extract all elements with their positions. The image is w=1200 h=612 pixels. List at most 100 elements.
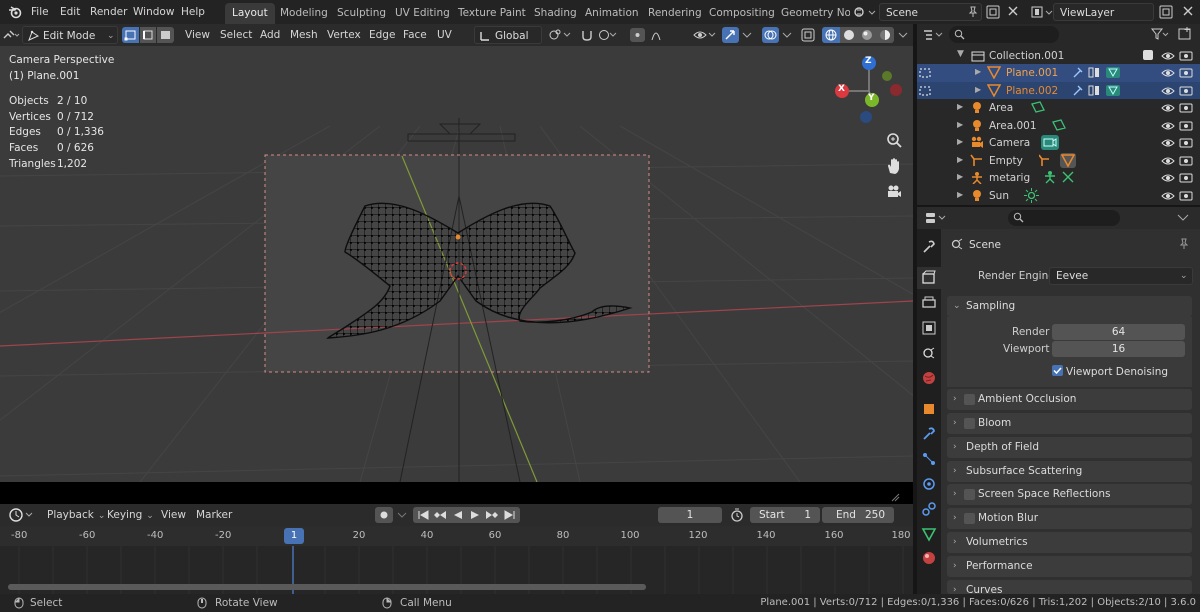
menu-window[interactable]: Window (133, 4, 174, 20)
eye-icon[interactable] (1161, 190, 1175, 202)
camera-view-icon[interactable] (884, 182, 904, 202)
eye-icon[interactable] (1161, 155, 1175, 167)
expand-arrow-icon[interactable]: ▶ (957, 120, 963, 129)
render-camera-icon[interactable] (1179, 101, 1193, 113)
pin-icon[interactable] (1178, 238, 1190, 250)
delete-scene-icon[interactable] (1006, 4, 1020, 20)
depth-of-field-panel[interactable]: › Depth of Field (947, 437, 1192, 458)
modifier-icons[interactable] (1071, 84, 1131, 97)
sun-light-data-icon[interactable] (1024, 187, 1039, 203)
filter-icon[interactable] (1150, 26, 1170, 42)
sampling-panel-header[interactable]: ⌄ Sampling (947, 296, 1192, 317)
render-engine-dropdown[interactable]: Eevee ⌄ (1049, 267, 1193, 285)
new-scene-icon[interactable] (985, 4, 1001, 20)
constraints-tab-icon[interactable] (921, 501, 937, 517)
properties-search-input[interactable] (1008, 210, 1120, 226)
render-camera-icon[interactable] (1179, 154, 1193, 166)
tab-shading[interactable]: Shading (527, 3, 584, 24)
area-light-data-icon[interactable] (1030, 101, 1046, 114)
menu-view[interactable]: View (161, 507, 186, 523)
expand-arrow-icon[interactable]: ▶ (957, 155, 963, 164)
armature-data-icon[interactable] (1043, 170, 1077, 185)
edge-select-icon[interactable] (140, 27, 156, 43)
editor-type-icon[interactable] (2, 28, 20, 42)
face-select-icon[interactable] (157, 27, 174, 43)
eye-icon[interactable] (1161, 172, 1175, 184)
new-view-layer-icon[interactable] (1158, 4, 1174, 20)
scene-icon[interactable] (852, 4, 878, 20)
tab-animation[interactable]: Animation (578, 3, 646, 24)
play-reverse-icon[interactable] (451, 509, 465, 521)
tab-uv-editing[interactable]: UV Editing (388, 3, 457, 24)
render-camera-icon[interactable] (1179, 171, 1193, 183)
curves-panel[interactable]: › Curves (947, 580, 1192, 594)
menu-edit[interactable]: Edit (60, 4, 80, 20)
pin-icon[interactable] (967, 6, 979, 18)
tab-geometry-nodes[interactable]: Geometry Noc (774, 3, 850, 24)
expand-arrow-icon[interactable]: ▶ (957, 172, 963, 181)
outliner-row-plane-001[interactable]: ▶ Plane.001 (917, 64, 1200, 82)
tab-sculpting[interactable]: Sculpting (330, 3, 393, 24)
tab-layout[interactable]: Layout (225, 3, 275, 24)
subsurface-scattering-panel[interactable]: › Subsurface Scattering (947, 461, 1192, 482)
menu-help[interactable]: Help (181, 4, 205, 20)
eye-icon[interactable] (1161, 50, 1175, 62)
render-tab-icon[interactable] (917, 267, 941, 289)
tab-modeling[interactable]: Modeling (273, 3, 335, 24)
scene-tab-icon[interactable] (921, 345, 937, 361)
outliner-row-area[interactable]: ▶ Area (917, 99, 1200, 117)
start-frame-field[interactable]: Start 1 (750, 507, 820, 523)
particles-tab-icon[interactable] (921, 451, 937, 467)
modifier-icons[interactable] (1071, 66, 1131, 79)
outliner-row-plane-002[interactable]: ▶ Plane.002 (917, 81, 1200, 99)
vertex-select-icon[interactable] (122, 27, 139, 43)
ambient-occlusion-panel[interactable]: › Ambient Occlusion (947, 389, 1192, 410)
blender-logo-icon[interactable] (8, 5, 22, 19)
menu-mesh[interactable]: Mesh (290, 27, 318, 43)
menu-marker[interactable]: Marker (196, 507, 232, 523)
tab-compositing[interactable]: Compositing (702, 3, 782, 24)
tool-tab-icon[interactable] (921, 239, 937, 255)
menu-add[interactable]: Add (260, 27, 280, 43)
expand-arrow-icon[interactable]: ▶ (957, 190, 963, 199)
eye-icon[interactable] (1161, 137, 1175, 149)
menu-keying[interactable]: Keying ⌄ (107, 507, 154, 523)
tab-rendering[interactable]: Rendering (641, 3, 709, 24)
volumetrics-panel[interactable]: › Volumetrics (947, 532, 1192, 553)
expand-arrow-icon[interactable]: ▶ (957, 102, 963, 111)
eye-icon[interactable] (1161, 67, 1175, 79)
shading-dropdown-icon[interactable] (897, 28, 909, 42)
view-layer-tab-icon[interactable] (921, 320, 937, 336)
outliner-search-input[interactable] (949, 26, 1059, 43)
menu-playback[interactable]: Playback ⌄ (47, 507, 105, 523)
render-camera-icon[interactable] (1179, 49, 1193, 61)
world-tab-icon[interactable] (921, 370, 937, 386)
render-samples-field[interactable]: 64 (1052, 324, 1185, 340)
menu-view[interactable]: View (185, 27, 210, 43)
checkbox-icon[interactable] (1143, 50, 1153, 60)
menu-uv[interactable]: UV (437, 27, 452, 43)
render-camera-icon[interactable] (1179, 136, 1193, 148)
outliner-row-collection[interactable]: ▼ Collection.001 (917, 47, 1200, 65)
panel-enable-checkbox[interactable] (964, 513, 975, 524)
material-tab-icon[interactable] (921, 550, 937, 566)
jump-end-icon[interactable] (503, 509, 517, 521)
timeline-scrollbar[interactable] (8, 584, 646, 590)
3d-viewport[interactable]: Camera Perspective (1) Plane.001 Objects… (0, 46, 913, 482)
outliner-row-sun[interactable]: ▶ Sun (917, 187, 1200, 205)
transform-orientation-dropdown[interactable]: Global (474, 26, 542, 44)
panel-enable-checkbox[interactable] (964, 489, 975, 500)
menu-edge[interactable]: Edge (369, 27, 395, 43)
play-icon[interactable] (468, 509, 482, 521)
area-resize-icon[interactable] (890, 492, 900, 502)
pivot-icon[interactable] (548, 28, 574, 42)
gizmo-dropdown-icon[interactable] (741, 28, 753, 42)
eye-icon[interactable] (1161, 85, 1175, 97)
expand-arrow-icon[interactable]: ▼ (957, 49, 964, 59)
eye-icon[interactable] (1161, 102, 1175, 114)
mode-dropdown[interactable]: Edit Mode ⌄ (22, 26, 118, 44)
snap-icon[interactable] (580, 28, 620, 42)
rendered-shading-icon[interactable] (876, 27, 894, 43)
object-tab-icon[interactable] (921, 401, 937, 417)
keying-dropdown-icon[interactable] (396, 508, 408, 522)
